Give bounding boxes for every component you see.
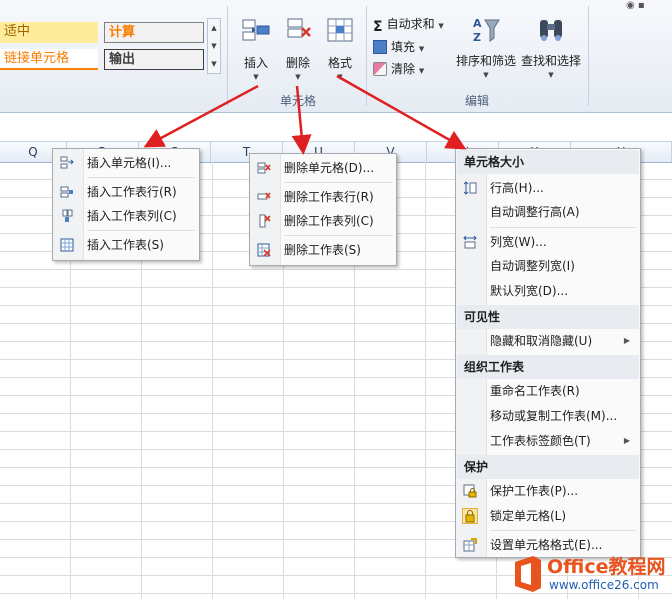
arrow-to-insert-menu	[143, 84, 259, 148]
office-logo-icon	[515, 556, 541, 592]
watermark-brand: Office教程网	[547, 556, 666, 578]
arrow-to-delete-menu	[291, 85, 312, 155]
watermark-url: www.office26.com	[549, 578, 659, 592]
arrow-to-format-menu	[336, 74, 467, 150]
watermark: Office教程网 www.office26.com	[505, 549, 672, 599]
annotation-arrows	[143, 74, 467, 155]
